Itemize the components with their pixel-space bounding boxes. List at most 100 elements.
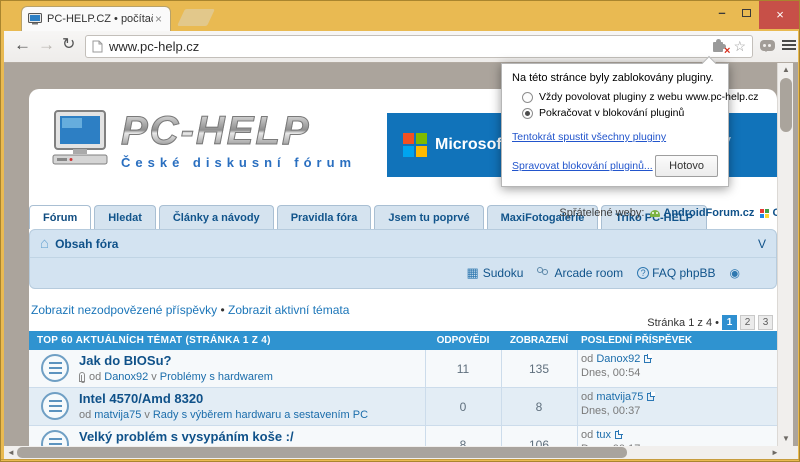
- logo-text: PC-HELP: [121, 109, 356, 153]
- url-text[interactable]: www.pc-help.cz: [109, 39, 706, 54]
- browser-tab[interactable]: PC-HELP.CZ • počítačové ×: [21, 6, 171, 31]
- minimize-button[interactable]: –: [711, 3, 733, 23]
- favicon-monitor-icon: [28, 13, 42, 25]
- tab-forum[interactable]: Fórum: [29, 205, 91, 229]
- eye-icon[interactable]: ◉: [730, 266, 740, 280]
- run-plugins-once-link[interactable]: Tentokrát spustit všechny pluginy: [512, 131, 666, 143]
- page-1-button[interactable]: 1: [722, 315, 737, 330]
- tab-title: PC-HELP.CZ • počítačové: [47, 13, 153, 25]
- table-row[interactable]: ✱ Velký problém s vysypáním koše :/ od k…: [29, 426, 777, 446]
- forum-link[interactable]: Problémy s hardwarem: [160, 371, 273, 383]
- page-3-button[interactable]: 3: [758, 315, 773, 330]
- replies-count: 0: [427, 400, 499, 414]
- pagination-label: Stránka 1 z 4: [647, 317, 712, 329]
- last-post-time: Dnes, 00:37: [581, 405, 654, 417]
- tab-first-time[interactable]: Jsem tu poprvé: [374, 205, 483, 229]
- replies-count: 8: [427, 438, 499, 446]
- faq-question-icon: ?: [637, 267, 649, 279]
- table-header: TOP 60 AKTUÁLNÍCH TÉMAT (STRÁNKA 1 Z 4) …: [29, 331, 777, 350]
- scroll-right-icon[interactable]: ►: [768, 446, 782, 459]
- color-grid-icon: [760, 209, 769, 218]
- address-bar[interactable]: www.pc-help.cz × ☆: [85, 35, 753, 58]
- plugin-blocked-popup: Na této stránce byly zablokovány pluginy…: [501, 63, 729, 187]
- table-row[interactable]: Intel 4570/Amd 8320 od matvija75 v Rady …: [29, 388, 777, 426]
- title-bar: PC-HELP.CZ • počítačové × – ×: [1, 1, 799, 31]
- tab-rules[interactable]: Pravidla fóra: [277, 205, 372, 229]
- pagination-bullet: •: [715, 317, 719, 329]
- active-topics-link[interactable]: Zobrazit aktivní témata: [228, 303, 349, 317]
- horizontal-scroll-thumb[interactable]: [17, 447, 627, 458]
- views-count: 8: [503, 400, 575, 414]
- tab-search[interactable]: Hledat: [94, 205, 156, 229]
- topic-subline: od matvija75 v Rady s výběrem hardwaru a…: [79, 409, 371, 421]
- microsoft-brand-text: Microsoft: [435, 136, 507, 154]
- jump-to-post-icon[interactable]: [615, 431, 622, 439]
- column-views: ZOBRAZENÍ: [503, 335, 575, 346]
- pagination: Stránka 1 z 4 • 1 2 3: [647, 315, 773, 330]
- arcade-room-link[interactable]: Arcade room: [537, 266, 623, 280]
- scroll-up-icon[interactable]: ▲: [778, 63, 794, 77]
- arcade-people-icon: [537, 267, 551, 279]
- manage-plugin-blocking-link[interactable]: Spravovat blokování pluginů...: [512, 160, 653, 172]
- quick-links-bar: ▦Sudoku Arcade room ?FAQ phpBB ◉: [30, 258, 776, 288]
- tab-close-icon[interactable]: ×: [153, 13, 164, 25]
- column-replies: ODPOVĚDI: [427, 335, 499, 346]
- topic-icon: [41, 392, 69, 420]
- unanswered-posts-link[interactable]: Zobrazit nezodpovězené příspěvky: [31, 303, 217, 317]
- last-post-cell: od matvija75 Dnes, 00:37: [581, 391, 654, 417]
- views-count: 135: [503, 362, 575, 376]
- sudoku-link[interactable]: ▦Sudoku: [466, 265, 523, 281]
- author-link[interactable]: matvija75: [94, 409, 141, 421]
- plugin-blocked-icon[interactable]: ×: [712, 39, 727, 54]
- menu-icon[interactable]: [782, 40, 796, 52]
- radio-unselected-icon[interactable]: [522, 92, 533, 103]
- androidforum-link[interactable]: AndroidForum.cz: [663, 207, 754, 219]
- reload-icon[interactable]: ↻: [62, 34, 75, 54]
- jump-to-post-icon[interactable]: [647, 393, 654, 401]
- radio-continue-blocking[interactable]: Pokračovat v blokování pluginů: [522, 107, 718, 119]
- new-tab-button[interactable]: [177, 9, 215, 26]
- jump-to-post-icon[interactable]: [644, 355, 651, 363]
- home-icon[interactable]: ⌂: [40, 235, 49, 252]
- radio-always-allow[interactable]: Vždy povolovat pluginy z webu www.pc-hel…: [522, 91, 718, 103]
- last-post-cell: od Danox92 Dnes, 00:54: [581, 353, 651, 379]
- horizontal-scrollbar[interactable]: ◄ ►: [4, 446, 798, 459]
- notifications-icon[interactable]: [760, 40, 775, 51]
- vertical-scrollbar[interactable]: ▲ ▼: [777, 63, 793, 446]
- last-author-link[interactable]: Danox92: [596, 353, 640, 365]
- forum-header-panel: ⌂ Obsah fóra V ▦Sudoku Arcade room ?FAQ …: [29, 229, 777, 289]
- topic-subline: od Danox92 v Problémy s hardwarem: [79, 371, 276, 383]
- topics-table: TOP 60 AKTUÁLNÍCH TÉMAT (STRÁNKA 1 Z 4) …: [29, 331, 777, 446]
- maximize-icon: [742, 9, 751, 17]
- close-button[interactable]: ×: [759, 1, 800, 29]
- vertical-scroll-thumb[interactable]: [780, 78, 792, 132]
- maximize-button[interactable]: [735, 3, 757, 23]
- last-author-link[interactable]: tux: [596, 429, 611, 441]
- author-link[interactable]: Danox92: [104, 371, 148, 383]
- forum-link[interactable]: Rady s výběrem hardwaru a sestavením PC: [153, 409, 368, 421]
- tab-articles[interactable]: Články a návody: [159, 205, 274, 229]
- browser-window: PC-HELP.CZ • počítačové × – × ← → ↻ www.…: [0, 0, 800, 462]
- table-row[interactable]: Jak do BIOSu? od Danox92 v Problémy s ha…: [29, 350, 777, 388]
- faq-link[interactable]: ?FAQ phpBB: [637, 266, 715, 280]
- last-author-link[interactable]: matvija75: [596, 391, 643, 403]
- topic-title-link[interactable]: Intel 4570/Amd 8320: [79, 391, 203, 406]
- bookmark-star-icon[interactable]: ☆: [733, 38, 746, 55]
- radio-selected-icon[interactable]: [522, 108, 533, 119]
- page-2-button[interactable]: 2: [740, 315, 755, 330]
- microsoft-squares-icon: [403, 133, 427, 157]
- radio-continue-blocking-label: Pokračovat v blokování pluginů: [539, 107, 684, 119]
- done-button[interactable]: Hotovo: [655, 155, 718, 177]
- breadcrumb[interactable]: Obsah fóra: [55, 237, 758, 251]
- topic-icon: ✱: [41, 430, 69, 446]
- topic-title-link[interactable]: Jak do BIOSu?: [79, 353, 171, 368]
- topic-title-link[interactable]: Velký problém s vysypáním koše :/: [79, 429, 294, 444]
- scroll-down-icon[interactable]: ▼: [778, 432, 794, 446]
- site-logo[interactable]: PC-HELP České diskusní fórum: [51, 109, 356, 170]
- popup-message: Na této stránce byly zablokovány pluginy…: [512, 72, 718, 84]
- microsoft-logo: Microsoft: [403, 133, 507, 157]
- scroll-left-icon[interactable]: ◄: [4, 446, 18, 459]
- forward-icon[interactable]: →: [38, 35, 55, 55]
- sudoku-icon: ▦: [466, 265, 478, 281]
- back-icon[interactable]: ←: [14, 35, 31, 55]
